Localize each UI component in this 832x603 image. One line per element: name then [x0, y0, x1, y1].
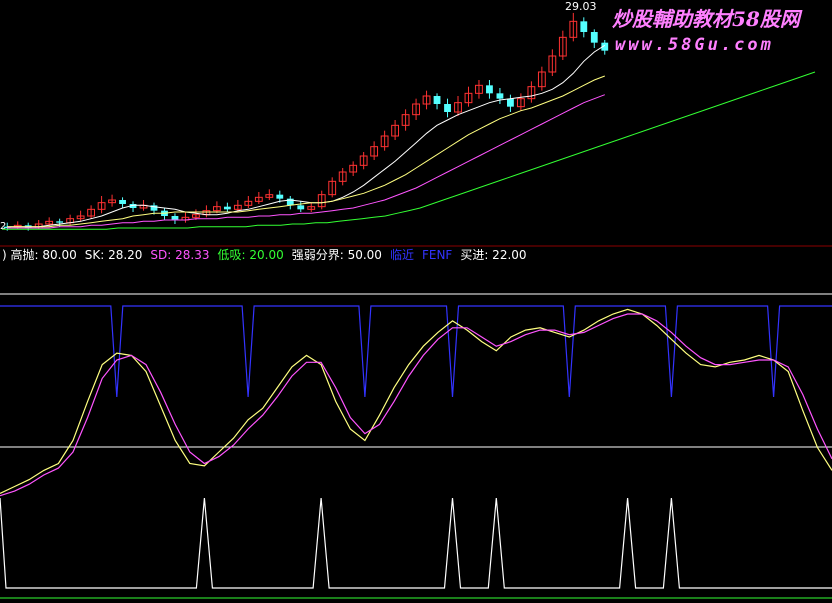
- candle-body: [297, 205, 305, 210]
- legend-item: FENF: [422, 248, 452, 262]
- watermark: 炒股輔助教材58股网 www.58Gu.com: [612, 7, 803, 55]
- legend-item: ) 高抛: 80.00: [2, 247, 77, 262]
- candle-body: [276, 194, 284, 199]
- candle-body: [580, 21, 588, 32]
- k-line: [0, 308, 832, 494]
- d-line: [0, 313, 832, 497]
- buy-signal-panel: [0, 497, 832, 599]
- candle-body: [223, 206, 231, 210]
- price-low-label: 2: [0, 221, 6, 232]
- moving-average-line: [2, 71, 816, 230]
- candle-body: [444, 104, 451, 112]
- svg-text:炒股輔助教材58股网: 炒股輔助教材58股网: [612, 7, 803, 31]
- candle-body: [590, 32, 598, 43]
- legend-item: 低吸: 20.00: [218, 248, 284, 262]
- indicator-legend: ) 高抛: 80.00 SK: 28.20 SD: 28.33 低吸: 20.00 强弱…: [2, 247, 527, 262]
- moving-average-line: [7, 75, 605, 228]
- watermark-url: www.58Gu.com: [615, 35, 774, 55]
- watermark-brand: 58股网: [732, 7, 803, 31]
- buy-signal-line: [0, 497, 832, 589]
- moving-average-line: [7, 94, 605, 229]
- legend-item: SK: 28.20: [85, 248, 143, 262]
- legend-item: 买进: 22.00: [460, 248, 526, 262]
- candle-body: [496, 93, 504, 99]
- watermark-text: 炒股輔助教材: [612, 7, 735, 31]
- kd-panel: [0, 293, 832, 497]
- candle-body: [486, 85, 493, 94]
- moving-average-line: [7, 44, 606, 228]
- flag-line: [0, 305, 832, 398]
- candle-body: [507, 98, 514, 107]
- legend-item: 强弱分界: 50.00: [292, 248, 382, 262]
- price-high-label: 29.03: [565, 0, 597, 13]
- legend-item: 临近: [390, 248, 414, 262]
- candle-body: [171, 216, 179, 220]
- stock-chart: ) 高抛: 80.00 SK: 28.20 SD: 28.33 低吸: 20.00 强弱…: [0, 0, 832, 599]
- candle-body: [433, 96, 441, 104]
- candle-body: [119, 200, 126, 204]
- legend-item: SD: 28.33: [150, 248, 209, 262]
- candle-body: [56, 221, 64, 223]
